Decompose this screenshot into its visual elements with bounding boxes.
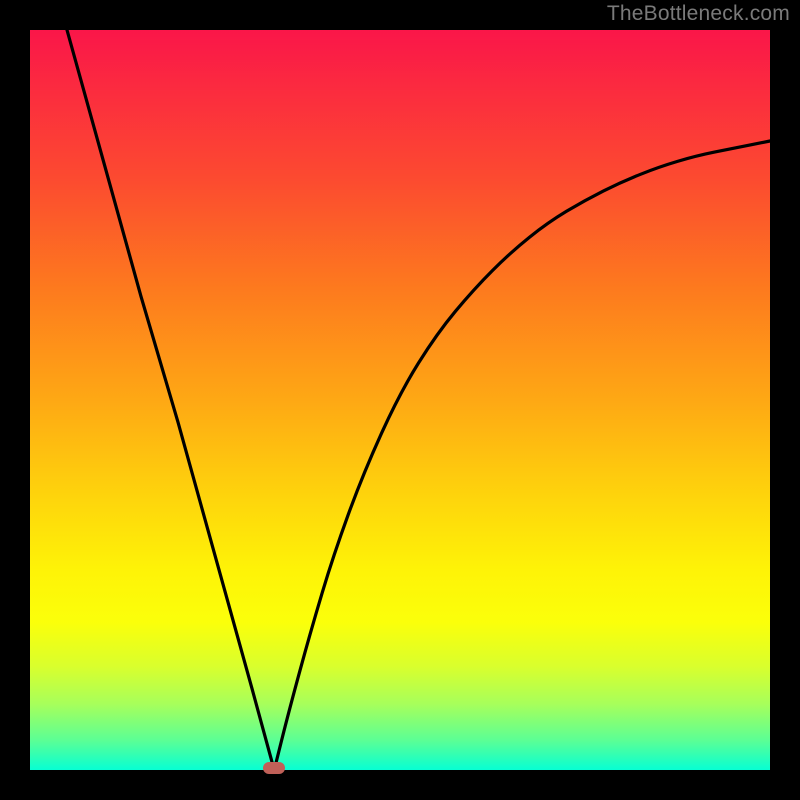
plot-area (30, 30, 770, 770)
bottleneck-curve (30, 30, 770, 770)
chart-frame: TheBottleneck.com (0, 0, 800, 800)
curve-path (67, 30, 770, 770)
minimum-marker (263, 762, 285, 774)
watermark-text: TheBottleneck.com (607, 2, 790, 26)
